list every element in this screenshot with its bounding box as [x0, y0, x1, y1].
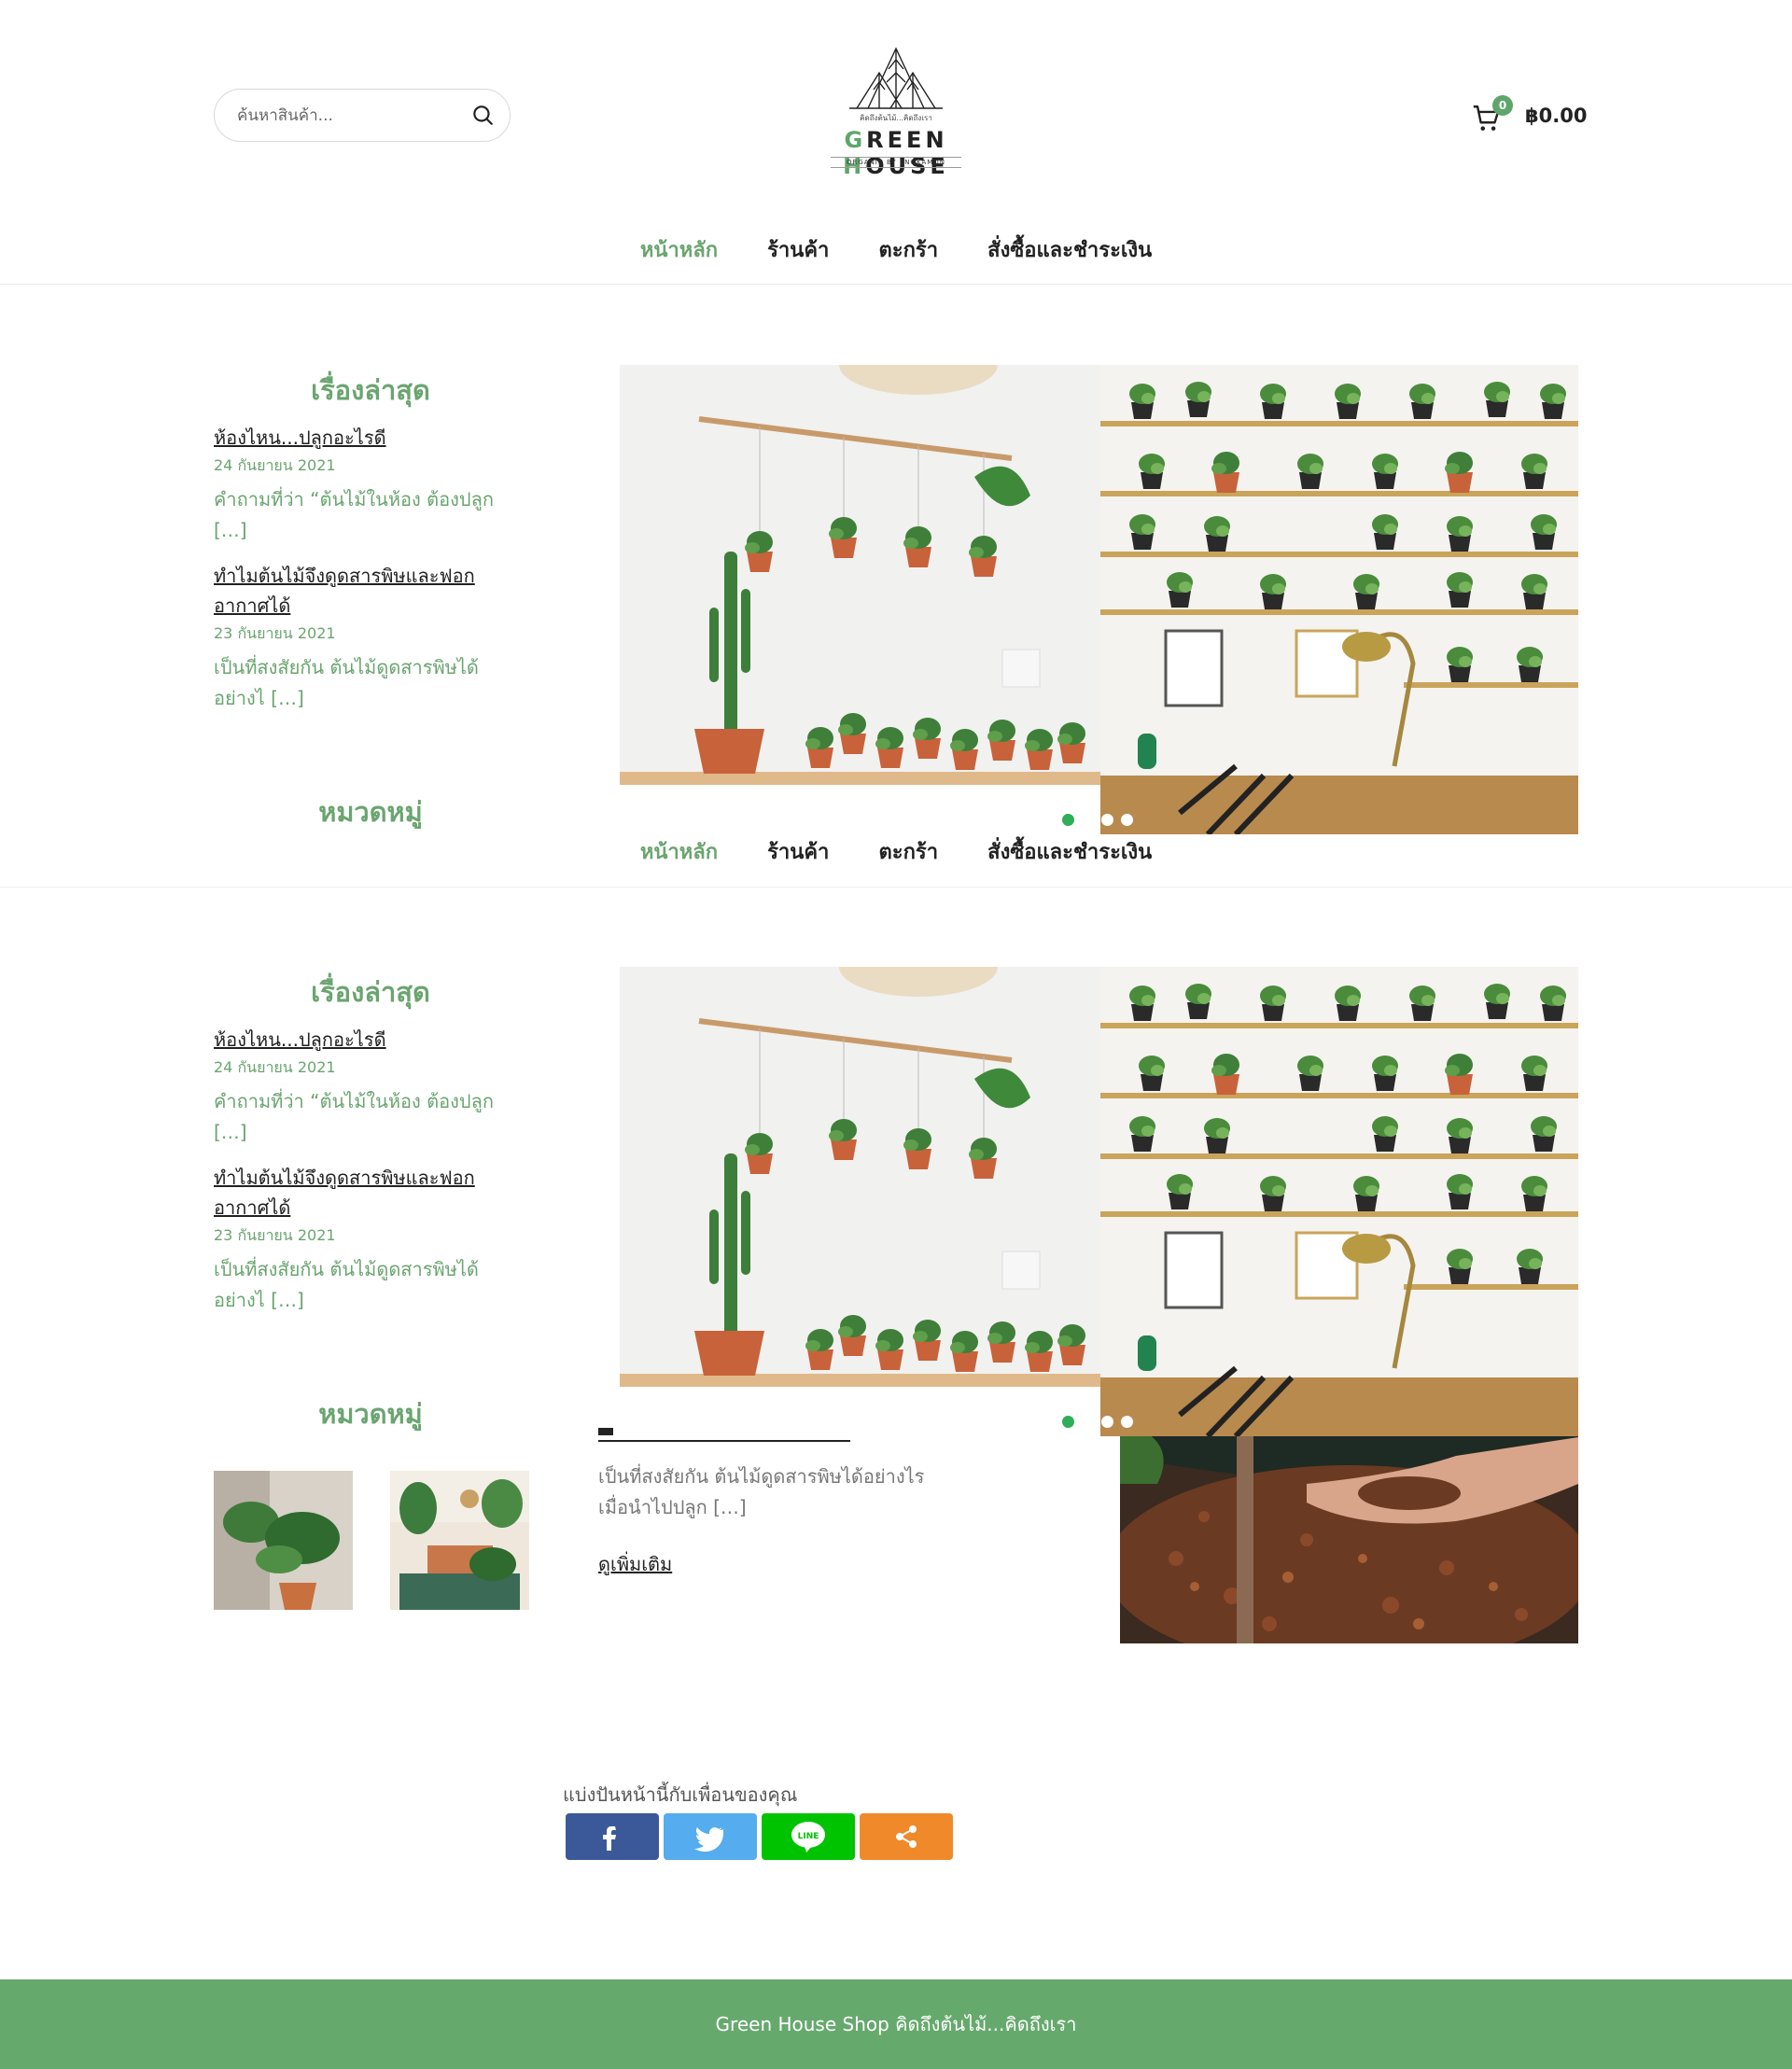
slider-dot[interactable]	[1082, 814, 1094, 826]
nav-item-checkout[interactable]: สั่งซื้อและชำระเงิน	[987, 835, 1152, 868]
sidebar: เรื่องล่าสุด ห้องไหน...ปลูกอะไรดี 24 กัน…	[214, 369, 522, 828]
slider-dot[interactable]	[1062, 1416, 1074, 1428]
share-line-button[interactable]: LINE	[762, 1813, 855, 1860]
sidebar-repeat: เรื่องล่าสุด ห้องไหน...ปลูกอะไรดี 24 กัน…	[214, 971, 522, 1430]
slider-dot[interactable]	[1101, 1416, 1113, 1428]
nav-item-cart[interactable]: ตะกร้า	[878, 233, 938, 266]
category-thumb[interactable]	[390, 1471, 529, 1610]
slider-dot[interactable]	[1121, 1416, 1133, 1428]
hero-slider[interactable]	[620, 365, 1578, 834]
categories-title: หมวดหมู่	[318, 1398, 423, 1430]
logo-tagline: คิดถึงต้นไม้...คิดถึงเรา	[860, 114, 932, 122]
post-date: 23 กันยายน 2021	[214, 1226, 336, 1244]
search-form	[214, 89, 511, 142]
svg-text:LINE: LINE	[798, 1832, 819, 1841]
categories-title: หมวดหมู่	[318, 796, 423, 828]
post-item: ทำไมต้นไม้จึงดูดสารพิษและฟอก อากาศได้ 23 …	[214, 561, 522, 714]
nav-item-home[interactable]: หน้าหลัก	[640, 835, 718, 868]
divider	[0, 887, 1792, 888]
slider-dot[interactable]	[1062, 814, 1074, 826]
category-thumb[interactable]	[214, 1471, 353, 1610]
share-twitter-button[interactable]	[664, 1813, 757, 1860]
site-header: คิดถึงต้นไม้...คิดถึงเรา GREEN HOUSE ORG…	[0, 0, 1792, 285]
nav-item-shop[interactable]: ร้านค้า	[767, 835, 829, 868]
logo-mountain-icon	[849, 47, 943, 109]
slider-dots	[1062, 812, 1141, 826]
category-image	[390, 1471, 529, 1610]
post-item: ทำไมต้นไม้จึงดูดสารพิษและฟอก อากาศได้ 23 …	[214, 1163, 522, 1316]
post-date: 24 กันยายน 2021	[214, 456, 336, 474]
soil-hand-image	[1120, 1428, 1578, 1643]
logo-subtitle: ORGANIC BY ENGKAMON	[831, 157, 961, 168]
nav-item-cart[interactable]: ตะกร้า	[878, 835, 938, 868]
post-title-link[interactable]: ทำไมต้นไม้จึงดูดสารพิษและฟอก อากาศได้	[214, 1163, 522, 1223]
post-date: 24 กันยายน 2021	[214, 1058, 336, 1076]
post-item: ห้องไหน...ปลูกอะไรดี 24 กันยายน 2021 คำถ…	[214, 1025, 522, 1148]
article-image[interactable]	[1120, 1428, 1578, 1643]
hero-slider-repeat[interactable]	[620, 967, 1578, 1436]
share-more-button[interactable]	[860, 1813, 953, 1860]
cart-total: ฿0.00	[1525, 105, 1588, 127]
post-excerpt: เป็นที่สงสัยกัน ต้นไม้ดูดสารพิษได้ อย่างไ…	[214, 1258, 479, 1311]
share-label: แบ่งปันหน้านี้กับเพื่อนของคุณ	[563, 1783, 798, 1806]
article-excerpt: เป็นที่สงสัยกัน ต้นไม้ดูดสารพิษได้อย่างไ…	[598, 1465, 925, 1518]
site-footer: Green House Shop คิดถึงต้นไม้...คิดถึงเร…	[0, 1979, 1792, 2069]
twitter-icon	[694, 1827, 723, 1852]
post-item: ห้องไหน...ปลูกอะไรดี 24 กันยายน 2021 คำถ…	[214, 423, 522, 546]
latest-posts-title: เรื่องล่าสุด	[311, 374, 430, 406]
slide-image	[620, 365, 1578, 834]
read-more-link[interactable]: ดูเพิ่มเติม	[598, 1549, 672, 1579]
nav-item-home[interactable]: หน้าหลัก	[640, 233, 718, 266]
nav-item-shop[interactable]: ร้านค้า	[767, 233, 829, 266]
nav-item-checkout[interactable]: สั่งซื้อและชำระเงิน	[987, 233, 1152, 266]
search-icon[interactable]	[470, 103, 495, 127]
post-excerpt: คำถามที่ว่า “ต้นไม้ในห้อง ต้องปลูก […]	[214, 1090, 494, 1143]
post-title-link[interactable]: ทำไมต้นไม้จึงดูดสารพิษและฟอก อากาศได้	[214, 561, 522, 621]
latest-posts-title: เรื่องล่าสุด	[311, 976, 430, 1008]
main-nav-repeat: หน้าหลัก ร้านค้า ตะกร้า สั่งซื้อและชำระเ…	[0, 835, 1792, 873]
slider-dots	[1062, 1414, 1141, 1428]
main-nav: หน้าหลัก ร้านค้า ตะกร้า สั่งซื้อและชำระเ…	[0, 233, 1792, 271]
cart-count-badge: 0	[1492, 95, 1513, 116]
share-icon	[896, 1825, 917, 1848]
slide-image	[620, 967, 1578, 1436]
search-input[interactable]	[237, 90, 461, 141]
post-excerpt: คำถามที่ว่า “ต้นไม้ในห้อง ต้องปลูก […]	[214, 488, 494, 541]
slider-dot[interactable]	[1101, 814, 1113, 826]
site-logo[interactable]: คิดถึงต้นไม้...คิดถึงเรา GREEN HOUSE ORG…	[803, 41, 989, 179]
facebook-icon	[603, 1826, 616, 1851]
slider-dot[interactable]	[1121, 814, 1133, 826]
post-title-link[interactable]: ห้องไหน...ปลูกอะไรดี	[214, 1025, 522, 1055]
line-icon: LINE	[791, 1822, 825, 1852]
footer-text: Green House Shop คิดถึงต้นไม้...คิดถึงเร…	[715, 2013, 1077, 2035]
share-facebook-button[interactable]	[566, 1813, 659, 1860]
logo-wordmark: GREEN HOUSE	[843, 127, 949, 179]
post-date: 23 กันยายน 2021	[214, 624, 336, 642]
post-title-link[interactable]: ห้องไหน...ปลูกอะไรดี	[214, 423, 522, 453]
post-excerpt: เป็นที่สงสัยกัน ต้นไม้ดูดสารพิษได้ อย่างไ…	[214, 656, 479, 709]
mini-cart[interactable]: 0 ฿0.00	[1471, 95, 1587, 134]
slider-dot[interactable]	[1082, 1416, 1094, 1428]
category-image	[214, 1471, 353, 1610]
